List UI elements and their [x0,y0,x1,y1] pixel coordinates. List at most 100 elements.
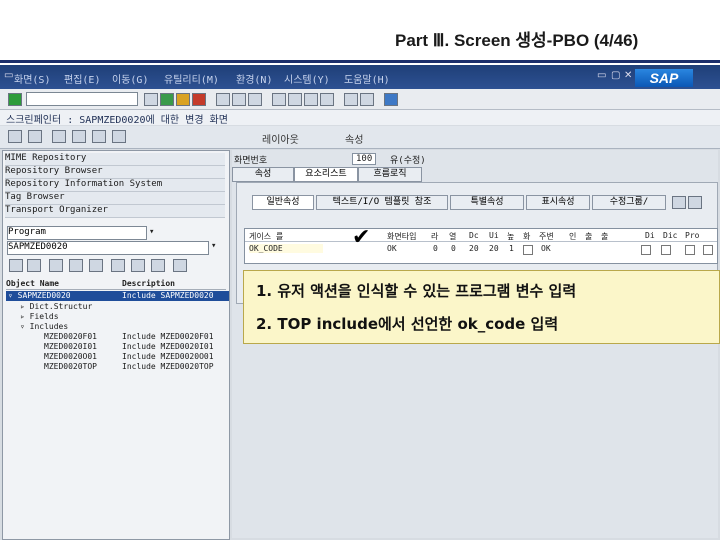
help-icon[interactable] [384,93,398,106]
grid-checkbox[interactable] [685,245,695,255]
tree-collapse-icon[interactable] [111,259,125,272]
slide-title: Part Ⅲ. Screen 생성-PBO (4/46) [395,31,639,50]
shortcut-icon[interactable] [360,93,374,106]
attributes-button[interactable]: 속성 [345,131,363,146]
grid-cell-format: OK [541,244,551,253]
grid-checkbox[interactable] [641,245,651,255]
grid-header: Dc [469,231,479,240]
first-page-icon[interactable] [272,93,286,106]
object-list-icon[interactable] [112,130,126,143]
nav-transport-organizer[interactable]: Transport Organizer [5,205,225,218]
exit-icon[interactable] [176,93,190,106]
enter-icon[interactable] [8,93,22,106]
tree-header: Object Name Description [6,279,226,290]
title-divider [0,60,720,63]
menu-utilities[interactable]: 유틸리티(M) [164,71,219,86]
tree-row[interactable]: MZED0020F01 Include MZED0020F01 [6,332,229,342]
display-change-icon[interactable] [52,130,66,143]
where-used-icon[interactable] [92,130,106,143]
tree-row[interactable]: MZED0020TOP Include MZED0020TOP [6,362,229,372]
nav-mime-repository[interactable]: MIME Repository [5,153,225,166]
dropdown-icon[interactable]: ▾ [149,227,154,237]
back-nav-icon[interactable] [8,130,22,143]
subtab-special[interactable]: 특별속성 [450,195,524,210]
subtab-modif-groups[interactable]: 수정그룹/ [592,195,666,210]
grid-checkbox[interactable] [661,245,671,255]
minimize-icon[interactable]: ▭ [597,70,606,81]
back-icon[interactable] [160,93,174,106]
screen-editor: 화면번호 100 유(수정) 속성 요소리스트 흐름로직 일반속성 텍스트/I/… [232,150,718,538]
cancel-icon[interactable] [192,93,206,106]
sap-logo: SAP [635,69,693,87]
tree-row[interactable]: MZED0020I01 Include MZED0020I01 [6,342,229,352]
tree-expand-icon[interactable] [89,259,103,272]
menu-help[interactable]: 도움말(H) [344,71,390,86]
tree-refresh-icon[interactable] [69,259,83,272]
screen-number-field[interactable]: 100 [352,153,377,165]
tab-prev-icon[interactable] [672,196,686,209]
subtab-text-io[interactable]: 텍스트/I/O 템플릿 참조 [316,195,448,210]
nav-tag-browser[interactable]: Tag Browser [5,192,225,205]
nav-repository-info-system[interactable]: Repository Information System [5,179,225,192]
grid-cell-height: 1 [509,244,514,253]
grid-cell-name[interactable]: OK_CODE [249,244,323,253]
window-menu-icon[interactable]: ▭ [4,70,13,81]
subtab-general[interactable]: 일반속성 [252,195,314,210]
grid-checkbox[interactable] [523,245,533,255]
close-icon[interactable]: ✕ [624,70,632,81]
annotation-box: 1. 유저 액션을 인식할 수 있는 프로그램 변수 입력 2. TOP inc… [243,270,720,344]
display-icon[interactable]: ▾ [211,241,216,251]
tree-settings-icon[interactable] [151,259,165,272]
grid-cell-defined-length: 20 [469,244,479,253]
last-page-icon[interactable] [320,93,334,106]
tab-element-list[interactable]: 요소리스트 [294,167,358,182]
nav-repository-browser[interactable]: Repository Browser [5,166,225,179]
program-name-input[interactable]: SAPMZED0020 [7,241,209,255]
pointer-checkmark-icon: ✔ [352,225,371,250]
screen-status: 유(수정) [390,156,426,166]
tree-row[interactable]: ▿ Includes [6,322,229,332]
grid-checkbox[interactable] [703,245,713,255]
layout-button[interactable]: 레이아웃 [262,131,299,146]
tab-flow-logic[interactable]: 흐름로직 [358,167,422,182]
forward-nav-icon[interactable] [28,130,42,143]
prev-page-icon[interactable] [288,93,302,106]
grid-header: Dic [663,231,678,240]
tab-next-icon[interactable] [688,196,702,209]
tree-row[interactable]: ▿ SAPMZED0020 Include SAPMZED0020 [6,291,229,301]
element-grid: 게이스 를 화면타입 라 열 Dc Ui 높 화 주변 인 출 출 Di Dic… [244,228,718,264]
next-page-icon[interactable] [304,93,318,106]
menu-system[interactable]: 시스템(Y) [284,71,330,86]
tree-row[interactable]: ▹ Fields [6,312,229,322]
tree-close-icon[interactable] [173,259,187,272]
object-navigator: MIME Repository Repository Browser Repos… [2,150,230,540]
tree-forward-icon[interactable] [27,259,41,272]
col-object-name: Object Name [6,279,59,288]
tab-attributes[interactable]: 속성 [232,167,294,182]
screen-number-label: 화면번호 [234,156,268,166]
col-description: Description [122,279,175,288]
tree-up-icon[interactable] [49,259,63,272]
find-next-icon[interactable] [248,93,262,106]
grid-cell-visible-length: 20 [489,244,499,253]
tree-back-icon[interactable] [9,259,23,272]
grid-cell-column: 0 [451,244,456,253]
tree-find-icon[interactable] [131,259,145,272]
activate-icon[interactable] [72,130,86,143]
object-type-select[interactable]: Program [7,226,147,240]
find-icon[interactable] [232,93,246,106]
menu-environment[interactable]: 환경(N) [236,71,272,86]
tree-row[interactable]: ▹ Dict.Structur [6,302,229,312]
new-session-icon[interactable] [344,93,358,106]
menu-goto[interactable]: 이동(G) [112,71,148,86]
maximize-icon[interactable]: ▢ [611,70,620,81]
annotation-line-2: 2. TOP include에서 선언한 ok_code 입력 [256,315,559,333]
save-icon[interactable] [144,93,158,106]
menu-edit[interactable]: 편집(E) [64,71,100,86]
subtab-display[interactable]: 표시속성 [526,195,590,210]
grid-header: Ui [489,231,499,240]
menu-screen[interactable]: 화면(S) [14,71,50,86]
tree-row[interactable]: MZED0020O01 Include MZED0020O01 [6,352,229,362]
command-field[interactable] [26,92,138,106]
print-icon[interactable] [216,93,230,106]
